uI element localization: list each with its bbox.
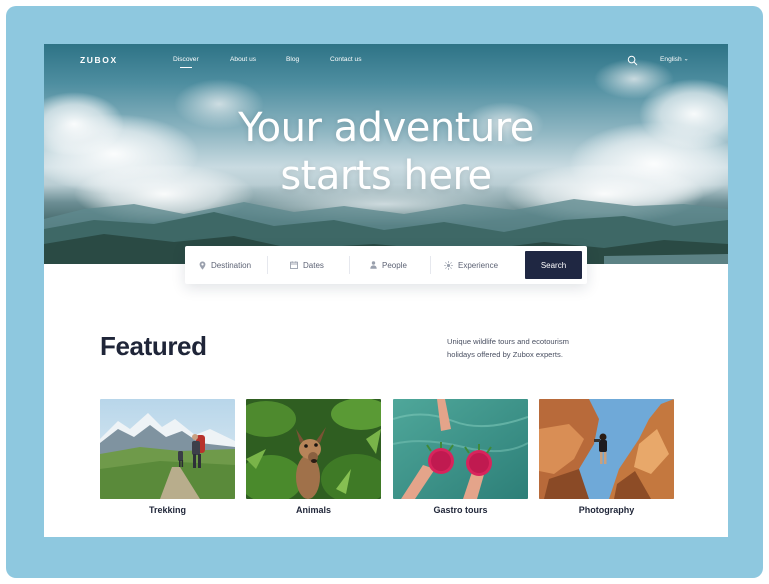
destination-field[interactable]: Destination bbox=[199, 246, 251, 284]
dates-label: Dates bbox=[303, 260, 324, 270]
featured-title: Featured bbox=[100, 331, 207, 361]
experience-field[interactable]: Experience bbox=[444, 246, 498, 284]
card-animals[interactable]: Animals bbox=[246, 399, 381, 515]
page: ZUBOX Discover About us Blog Contact us … bbox=[44, 44, 728, 537]
divider bbox=[349, 256, 350, 274]
top-nav: ZUBOX Discover About us Blog Contact us … bbox=[44, 44, 728, 78]
nav-link-about-us[interactable]: About us bbox=[230, 56, 256, 63]
divider bbox=[267, 256, 268, 274]
location-pin-icon bbox=[199, 261, 206, 270]
card-label-animals: Animals bbox=[295, 505, 331, 515]
divider bbox=[430, 256, 431, 274]
photography-image bbox=[539, 399, 674, 499]
people-field[interactable]: People bbox=[370, 246, 407, 284]
featured-description: Unique wildlife tours and ecotourism hol… bbox=[447, 337, 569, 359]
logo[interactable]: ZUBOX bbox=[80, 55, 118, 65]
search-bar: Destination Dates People Experience Sear… bbox=[185, 246, 587, 284]
hero-title-line-2: starts here bbox=[280, 153, 492, 199]
sun-icon bbox=[444, 260, 453, 270]
people-label: People bbox=[382, 260, 407, 270]
hero-title-line-1: Your adventure bbox=[238, 105, 534, 151]
card-trekking[interactable]: Trekking bbox=[100, 399, 235, 515]
hero-title: Your adventure starts here bbox=[44, 104, 728, 200]
search-icon[interactable] bbox=[627, 55, 638, 66]
card-gastro-tours[interactable]: Gastro tours bbox=[393, 399, 528, 515]
person-icon bbox=[370, 261, 377, 269]
card-label-photography: Photography bbox=[578, 505, 635, 515]
chevron-down-icon: ⌄ bbox=[683, 56, 689, 63]
card-label-gastro-tours: Gastro tours bbox=[433, 505, 488, 515]
nav-link-discover[interactable]: Discover bbox=[173, 56, 199, 68]
language-selector[interactable]: English ⌄ bbox=[660, 56, 689, 63]
calendar-icon bbox=[290, 261, 298, 269]
hero: ZUBOX Discover About us Blog Contact us … bbox=[44, 44, 728, 264]
gastro-tours-image bbox=[393, 399, 528, 499]
search-button[interactable]: Search bbox=[525, 251, 582, 279]
nav-link-contact-us[interactable]: Contact us bbox=[330, 56, 362, 63]
card-photography[interactable]: Photography bbox=[539, 399, 674, 515]
destination-label: Destination bbox=[211, 260, 252, 270]
animals-image bbox=[246, 399, 381, 499]
trekking-image bbox=[100, 399, 235, 499]
experience-label: Experience bbox=[458, 260, 499, 270]
dates-field[interactable]: Dates bbox=[290, 246, 324, 284]
nav-link-blog[interactable]: Blog bbox=[286, 56, 299, 63]
card-label-trekking: Trekking bbox=[148, 505, 186, 515]
language-label: English bbox=[660, 56, 682, 63]
